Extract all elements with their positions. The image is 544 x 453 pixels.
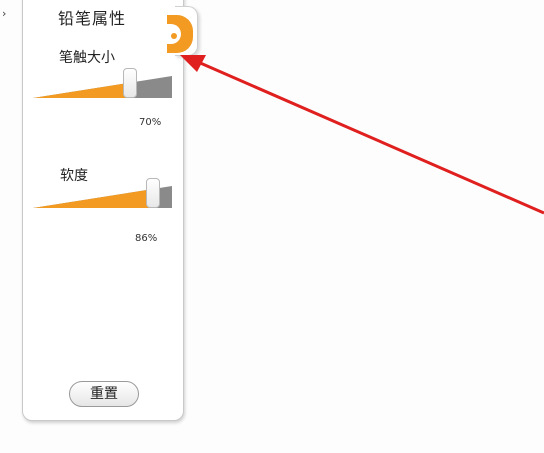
brush-size-track <box>33 76 172 98</box>
brush-size-label: 笔触大小 <box>59 50 115 66</box>
softness-slider-thumb[interactable] <box>145 178 160 208</box>
brush-size-value: 70% <box>139 117 162 128</box>
panel-title: 铅笔属性 <box>58 9 127 28</box>
softness-label: 软度 <box>60 168 88 184</box>
brush-size-slider[interactable] <box>33 68 172 100</box>
brush-size-slider-thumb[interactable] <box>123 68 138 98</box>
tab-dot-icon <box>171 33 177 39</box>
softness-slider[interactable] <box>33 178 172 210</box>
screen: › 铅笔属性 笔触大小 70% 软度 86% 重置 <box>0 0 544 453</box>
reset-button[interactable]: 重置 <box>69 381 139 407</box>
softness-value: 86% <box>135 233 158 244</box>
collapse-chevron-icon[interactable]: › <box>2 8 6 19</box>
panel-tab-handle[interactable] <box>167 6 198 56</box>
